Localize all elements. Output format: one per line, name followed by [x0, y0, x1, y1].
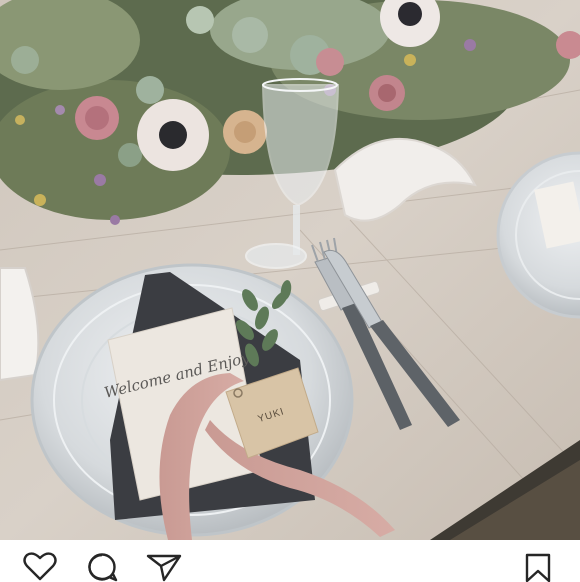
- like-button[interactable]: [20, 552, 60, 582]
- comment-button[interactable]: [82, 552, 122, 582]
- post-action-bar: [0, 540, 580, 582]
- post-photo[interactable]: Welcome and Enjoy YUKI: [0, 0, 580, 540]
- save-button[interactable]: [518, 552, 558, 582]
- share-button[interactable]: [144, 552, 184, 582]
- comment-icon: [88, 553, 118, 582]
- heart-icon: [23, 552, 57, 581]
- bookmark-icon: [525, 553, 551, 582]
- paper-plane-icon: [146, 554, 182, 582]
